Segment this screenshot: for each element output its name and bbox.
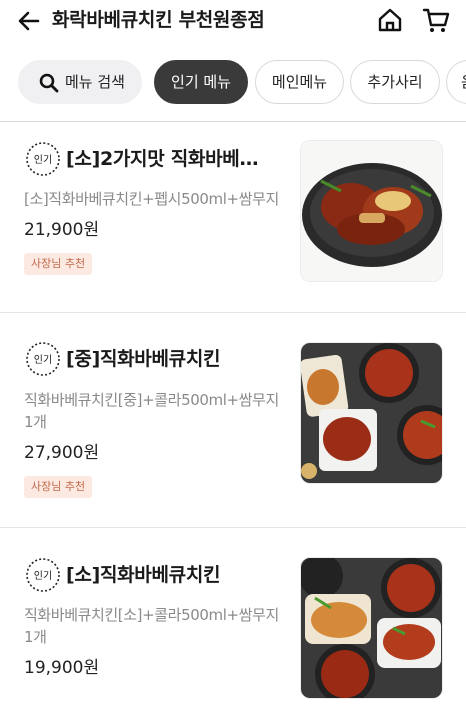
tab-main-menu[interactable]: 메인메뉴 xyxy=(255,60,344,104)
search-icon xyxy=(39,73,59,93)
menu-item[interactable]: 인기 [소]직화바베큐치킨 직화바베큐치킨[소]+콜라500ml+쌈무지1개 1… xyxy=(0,528,466,707)
popular-badge-text: 인기 xyxy=(34,154,52,166)
menu-search-button[interactable]: 메뉴 검색 xyxy=(18,60,142,104)
item-name: [소]2가지맛 직화바베… xyxy=(66,148,259,170)
menu-item[interactable]: 인기 [중]직화바베큐치킨 직화바베큐치킨[중]+콜라500ml+쌈무지1개 2… xyxy=(0,313,466,525)
category-tabs: 메뉴 검색 인기 메뉴 메인메뉴 추가사리 음 xyxy=(0,60,466,106)
item-image[interactable] xyxy=(300,557,443,699)
item-price: 19,900원 xyxy=(24,658,100,678)
item-price: 27,900원 xyxy=(24,443,100,463)
item-name: [중]직화바베큐치킨 xyxy=(66,348,221,370)
item-name: [소]직화바베큐치킨 xyxy=(66,564,221,586)
recommend-tag: 사장님 추천 xyxy=(24,476,93,498)
search-label: 메뉴 검색 xyxy=(65,73,125,91)
item-image[interactable] xyxy=(300,342,443,484)
app-header: 화락바베큐치킨 부천원종점 xyxy=(0,0,466,44)
tab-popular-menu[interactable]: 인기 메뉴 xyxy=(154,60,248,104)
popular-badge-icon: 인기 xyxy=(26,342,60,376)
back-arrow-icon[interactable] xyxy=(14,6,44,36)
tab-extra-noodles[interactable]: 추가사리 xyxy=(350,60,440,104)
popular-badge-icon: 인기 xyxy=(26,142,60,176)
recommend-tag: 사장님 추천 xyxy=(24,253,93,275)
home-icon[interactable] xyxy=(376,6,404,34)
popular-badge-text: 인기 xyxy=(34,354,52,366)
menu-item[interactable]: 인기 [소]2가지맛 직화바베… [소]직화바베큐치킨+펩시500ml+쌈무지 … xyxy=(0,122,466,310)
item-description: 직화바베큐치킨[소]+콜라500ml+쌈무지1개 xyxy=(24,606,279,646)
cart-icon[interactable] xyxy=(422,6,450,34)
tab-drinks[interactable]: 음 xyxy=(446,60,466,104)
item-description: [소]직화바베큐치킨+펩시500ml+쌈무지 xyxy=(24,190,279,208)
popular-badge-text: 인기 xyxy=(34,570,52,582)
store-title: 화락바베큐치킨 부천원종점 xyxy=(52,9,265,31)
item-description: 직화바베큐치킨[중]+콜라500ml+쌈무지1개 xyxy=(24,391,279,431)
item-image[interactable] xyxy=(300,140,443,282)
item-price: 21,900원 xyxy=(24,220,100,240)
popular-badge-icon: 인기 xyxy=(26,558,60,592)
